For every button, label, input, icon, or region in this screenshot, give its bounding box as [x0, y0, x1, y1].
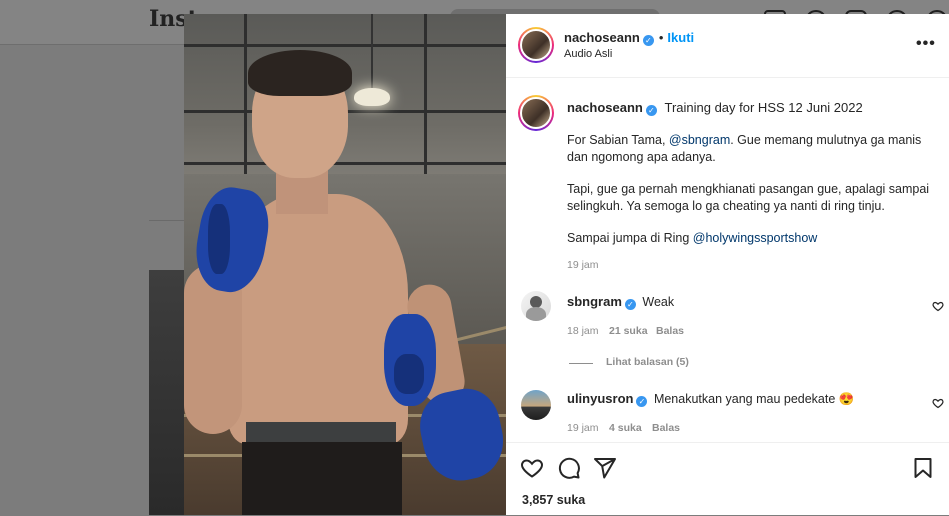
post-details-panel: nachoseann ✓ • Ikuti Audio Asli ••• nachose…	[506, 14, 949, 515]
header-user-row: nachoseann ✓ • Ikuti	[564, 30, 694, 46]
comment-icon[interactable]	[557, 456, 581, 480]
caption-avatar-image	[520, 97, 552, 129]
post-media-video[interactable]	[184, 14, 506, 515]
boxer-hair	[248, 50, 352, 96]
comment-like-heart-icon[interactable]	[932, 397, 944, 409]
comment-likes[interactable]: 4 suka	[609, 422, 642, 434]
author-avatar[interactable]	[518, 27, 554, 63]
caption-paragraph: Tapi, gue ga pernah mengkhianati pasanga…	[567, 182, 930, 213]
boxer-shorts	[242, 442, 402, 515]
commenter-avatar[interactable]	[521, 291, 551, 321]
separator-dot: •	[658, 30, 664, 45]
verified-badge-icon: ✓	[645, 105, 657, 116]
comment-row: sbngram ✓ Weak	[567, 294, 674, 310]
comment-row: ulinyusron ✓ Menakutkan yang mau pedekate…	[567, 391, 854, 407]
mention-link[interactable]: @holywingssportshow	[693, 231, 818, 245]
caption-username[interactable]: nachoseann	[567, 100, 643, 115]
commenter-avatar[interactable]	[521, 390, 551, 420]
caption-timestamp: 19 jam	[567, 259, 599, 271]
mention-link[interactable]: @sbngram	[669, 133, 730, 147]
glove-shadow	[394, 354, 424, 394]
caption-text: For Sabian Tama,	[567, 133, 669, 147]
comment-text: Menakutkan yang mau pedekate 😍	[653, 392, 855, 406]
heart-icon[interactable]	[520, 456, 544, 480]
more-options-icon[interactable]: •••	[916, 35, 936, 53]
comment-time: 18 jam	[567, 325, 599, 337]
comment-like-heart-icon[interactable]	[932, 300, 944, 312]
ceiling-beam	[184, 44, 506, 47]
comment-text: Weak	[642, 295, 675, 309]
post-actions: 3,857 suka	[506, 442, 949, 516]
audio-link[interactable]: Audio Asli	[564, 48, 612, 60]
likes-count[interactable]: 3,857 suka	[522, 493, 585, 507]
author-avatar-image	[520, 29, 552, 61]
comment-time: 19 jam	[567, 422, 599, 434]
comment-username[interactable]: sbngram	[567, 294, 622, 309]
view-replies-button[interactable]: Lihat balasan (5)	[606, 356, 689, 368]
verified-badge-icon: ✓	[624, 299, 636, 310]
ceiling-lamp	[354, 88, 390, 106]
avatar-body	[526, 307, 546, 321]
background-thumbnail	[149, 270, 189, 515]
bookmark-icon[interactable]	[911, 456, 935, 480]
caption-header: nachoseann ✓ Training day for HSS 12 Juni…	[567, 100, 863, 116]
caption-paragraph: Sampai jumpa di Ring @holywingssportshow	[567, 230, 943, 247]
share-icon[interactable]	[593, 456, 617, 480]
verified-badge-icon: ✓	[642, 35, 654, 46]
post-modal: nachoseann ✓ • Ikuti Audio Asli ••• nachose…	[184, 14, 949, 515]
reply-button[interactable]: Balas	[656, 325, 684, 337]
verified-badge-icon: ✓	[636, 396, 648, 407]
ceiling-beam	[184, 162, 506, 165]
post-header: nachoseann ✓ • Ikuti Audio Asli •••	[506, 14, 949, 78]
lamp-cord	[371, 14, 373, 89]
glove-shadow	[208, 204, 230, 274]
reply-button[interactable]: Balas	[652, 422, 680, 434]
replies-line	[569, 363, 593, 364]
caption-text: Sampai jumpa di Ring	[567, 231, 693, 245]
author-username[interactable]: nachoseann	[564, 30, 640, 45]
follow-button[interactable]: Ikuti	[667, 30, 694, 45]
caption-title: Training day for HSS 12 Juni 2022	[664, 100, 863, 115]
comment-likes[interactable]: 21 suka	[609, 325, 648, 337]
caption-paragraph: For Sabian Tama, @sbngram. Gue memang mu…	[567, 132, 943, 166]
caption-author-avatar[interactable]	[518, 95, 554, 131]
comment-username[interactable]: ulinyusron	[567, 391, 633, 406]
